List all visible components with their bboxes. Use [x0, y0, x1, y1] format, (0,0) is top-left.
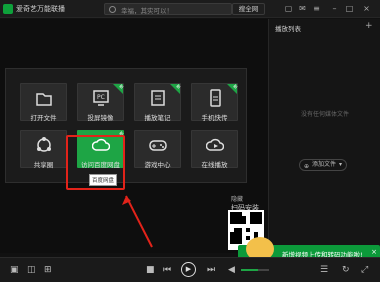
- cloud-play-icon: [206, 138, 224, 151]
- tooltip: 百度网盘: [89, 174, 118, 186]
- note-icon: [151, 90, 165, 106]
- add-file-icon: ⊕: [304, 163, 310, 170]
- volume-slider[interactable]: [241, 269, 269, 271]
- volume-icon[interactable]: ◀: [228, 264, 235, 276]
- search-input[interactable]: 幸福，其实可以！: [104, 3, 232, 15]
- window-icon[interactable]: ▣: [10, 264, 19, 276]
- tool-tile[interactable]: PC 投屏镜像新: [77, 83, 125, 122]
- menu-icon[interactable]: ≡: [312, 4, 321, 13]
- add-playlist-icon[interactable]: +: [365, 21, 373, 31]
- previous-icon[interactable]: ⏮: [163, 264, 171, 276]
- next-icon[interactable]: ⏭: [207, 264, 215, 276]
- maximize-icon[interactable]: □: [345, 4, 354, 13]
- tool-label: 游戏中心: [144, 161, 171, 169]
- phone-transfer-icon: [210, 89, 221, 107]
- list-icon[interactable]: ☰: [320, 264, 328, 276]
- qr-close[interactable]: 隐藏: [231, 194, 243, 203]
- tool-label: 手机快传: [201, 114, 228, 122]
- loop-icon[interactable]: ↻: [342, 264, 350, 276]
- tool-tile[interactable]: 共享圈: [20, 130, 67, 169]
- play-button[interactable]: ▶: [181, 262, 196, 277]
- gamepad-icon: [149, 140, 167, 151]
- tool-tile[interactable]: 手机快传新: [191, 83, 239, 122]
- playlist-empty-text: 没有任何媒体文件: [300, 111, 349, 118]
- search-all-button[interactable]: 搜全网: [232, 3, 265, 15]
- tool-label: 在线播放: [201, 161, 228, 169]
- chevron-down-icon: ▾: [338, 161, 342, 168]
- pc-screen-icon: PC: [93, 90, 109, 106]
- close-icon[interactable]: ×: [371, 248, 377, 256]
- app-title: 爱奇艺万能联播: [16, 5, 65, 13]
- expand-icon[interactable]: ⤢: [361, 264, 368, 276]
- tools-panel: 打开文件 PC 投屏镜像新播放笔记新手机快传新共享圈 访问百度网盘新游戏中心 在线播放: [5, 68, 247, 183]
- folder-icon: [36, 93, 52, 106]
- tool-label: 打开文件: [30, 114, 57, 122]
- minimize-icon[interactable]: –: [330, 4, 339, 13]
- tool-tile[interactable]: 游戏中心: [134, 130, 181, 169]
- mail-icon[interactable]: ✉: [298, 4, 307, 13]
- add-file-label: 添加文件: [312, 161, 337, 168]
- search-placeholder: 幸福，其实可以！: [121, 7, 173, 15]
- skin-icon[interactable]: ▢: [284, 4, 293, 13]
- playlist-sidebar: 播放列表 + 没有任何媒体文件 ⊕ 添加文件 ▾: [268, 19, 380, 253]
- stop-icon[interactable]: ■: [146, 264, 155, 276]
- screenshot-icon[interactable]: ◫: [27, 264, 36, 276]
- tool-label: 共享圈: [33, 161, 54, 169]
- app-logo-icon: [3, 4, 13, 14]
- tool-tile[interactable]: 打开文件: [20, 83, 67, 122]
- search-icon: [109, 6, 116, 13]
- tool-label: 播放笔记: [144, 114, 171, 122]
- tool-label: 投屏镜像: [87, 114, 114, 122]
- svg-text:PC: PC: [97, 94, 105, 101]
- share-circle-icon: [37, 137, 51, 152]
- add-file-button[interactable]: ⊕ 添加文件 ▾: [299, 159, 347, 171]
- tool-tile[interactable]: 播放笔记新: [134, 83, 182, 122]
- settings-icon[interactable]: ⊞: [44, 264, 52, 276]
- title-bar: 爱奇艺万能联播 幸福，其实可以！ 搜全网 ▢ ✉ ≡ – □ ×: [0, 0, 380, 18]
- tool-tile[interactable]: 在线播放: [191, 130, 238, 169]
- close-icon[interactable]: ×: [362, 4, 371, 13]
- playlist-title: 播放列表: [275, 25, 301, 33]
